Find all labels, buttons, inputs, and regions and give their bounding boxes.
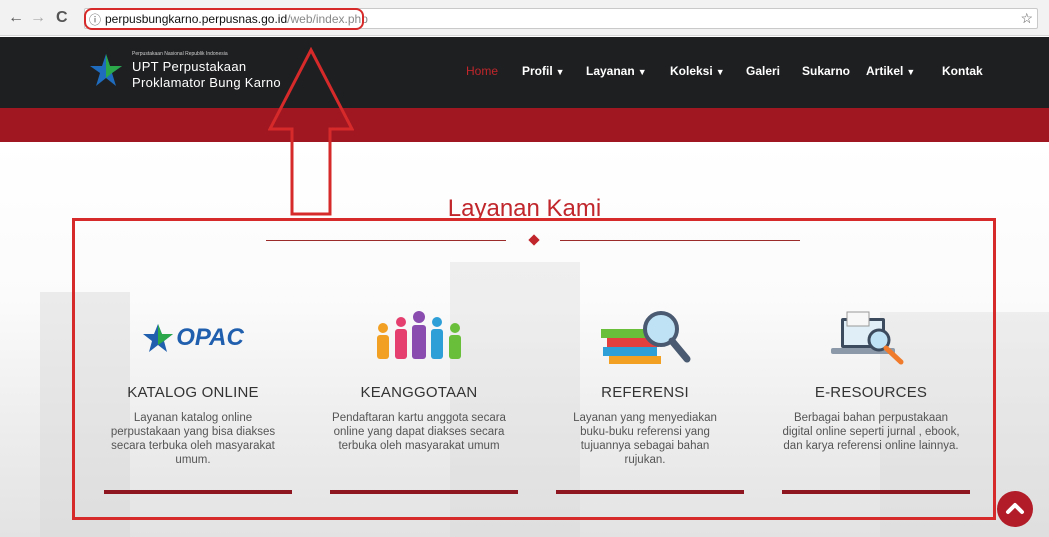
card-title: KATALOG ONLINE	[127, 384, 259, 401]
site-header: Perpustakaan Nasional Republik Indonesia…	[0, 37, 1049, 108]
back-button[interactable]: ←	[8, 9, 24, 27]
star-logo-icon[interactable]	[90, 52, 122, 88]
card-underline	[330, 490, 518, 494]
nav-profil-label: Profil	[522, 64, 553, 78]
back-to-top-button[interactable]	[997, 491, 1033, 527]
card-underline	[782, 490, 970, 494]
books-magnifier-icon[interactable]	[540, 302, 750, 374]
service-card-referensi[interactable]: REFERENSI Layanan yang menyediakan buku-…	[540, 302, 750, 494]
services-section: Layanan Kami OPAC KATALOG ONLINE Layanan…	[0, 142, 1049, 537]
nav-layanan[interactable]: Layanan ▼	[586, 64, 647, 82]
chevron-up-icon	[1006, 503, 1024, 514]
hero-band	[0, 108, 1049, 142]
nav-artikel[interactable]: Artikel ▼	[866, 64, 915, 82]
logo-subtitle: Perpustakaan Nasional Republik Indonesia	[132, 51, 228, 57]
card-description: Berbagai bahan perpustakaan digital onli…	[782, 412, 960, 452]
members-group-icon[interactable]	[314, 302, 524, 374]
card-title: KEANGGOTAAN	[360, 384, 478, 401]
chevron-down-icon: ▼	[906, 67, 916, 77]
service-card-katalog[interactable]: OPAC KATALOG ONLINE Layanan katalog onli…	[88, 302, 298, 494]
nav-koleksi[interactable]: Koleksi ▼	[670, 64, 725, 82]
chevron-down-icon: ▼	[555, 67, 565, 77]
card-underline	[104, 490, 292, 494]
service-card-keanggotaan[interactable]: KEANGGOTAAN Pendaftaran kartu anggota se…	[314, 302, 524, 494]
bookmark-star-icon[interactable]: ☆	[1020, 10, 1033, 27]
eresources-laptop-icon	[831, 311, 904, 365]
nav-koleksi-label: Koleksi	[670, 64, 713, 78]
reference-books-icon	[601, 311, 691, 364]
nav-galeri[interactable]: Galeri	[746, 64, 780, 82]
people-icon	[377, 311, 461, 359]
nav-kontak[interactable]: Kontak	[942, 64, 983, 82]
card-title: REFERENSI	[601, 384, 689, 401]
card-description: Layanan yang menyediakan buku-buku refer…	[573, 412, 717, 466]
card-description: Layanan katalog online perpustakaan yang…	[110, 412, 276, 466]
nav-home[interactable]: Home	[466, 64, 498, 82]
opac-logo-icon[interactable]: OPAC	[88, 302, 298, 374]
url-highlight-annotation	[84, 8, 364, 30]
service-card-eresources[interactable]: E-RESOURCES Berbagai bahan perpustakaan …	[766, 302, 976, 494]
card-description: Pendaftaran kartu anggota secara online …	[332, 412, 506, 452]
logo-title-line1[interactable]: UPT Perpustakaan	[132, 59, 246, 74]
opac-logo-text: OPAC	[176, 324, 244, 351]
opac-star-icon	[143, 324, 174, 352]
browser-toolbar: ← → C ⓘ perpusbungkarno.perpusnas.go.id/…	[0, 0, 1049, 36]
nav-profil[interactable]: Profil ▼	[522, 64, 565, 82]
chevron-down-icon: ▼	[637, 67, 647, 77]
reload-button[interactable]: C	[56, 9, 68, 27]
card-title: E-RESOURCES	[814, 384, 928, 401]
nav-layanan-label: Layanan	[586, 64, 635, 78]
annotation-arrow-icon	[268, 47, 354, 216]
nav-artikel-label: Artikel	[866, 64, 904, 78]
chevron-down-icon: ▼	[715, 67, 725, 77]
card-underline	[556, 490, 744, 494]
logo-title-line2[interactable]: Proklamator Bung Karno	[132, 75, 281, 90]
laptop-search-icon[interactable]	[766, 302, 976, 374]
forward-button[interactable]: →	[30, 9, 46, 27]
nav-sukarno[interactable]: Sukarno	[802, 64, 850, 82]
